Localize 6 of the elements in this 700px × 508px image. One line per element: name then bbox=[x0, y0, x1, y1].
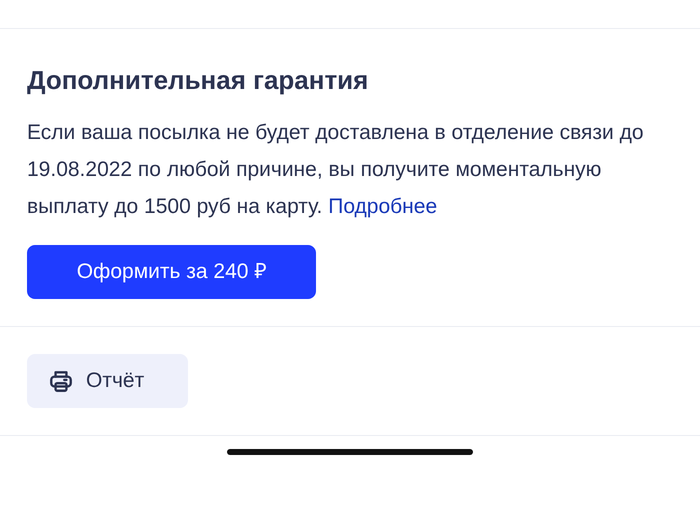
order-button[interactable]: Оформить за 240 ₽ bbox=[27, 245, 316, 299]
printer-icon bbox=[48, 368, 74, 394]
report-button[interactable]: Отчёт bbox=[27, 354, 188, 408]
section-title: Дополнительная гарантия bbox=[27, 64, 368, 97]
more-link[interactable]: Подробнее bbox=[328, 195, 438, 218]
description-text: Если ваша посылка не будет доставлена в отделение связи до 19.08.2022 по любой причине, вы получите моментальную выплату до 1500 руб на карту. Подробнее bbox=[27, 120, 645, 220]
